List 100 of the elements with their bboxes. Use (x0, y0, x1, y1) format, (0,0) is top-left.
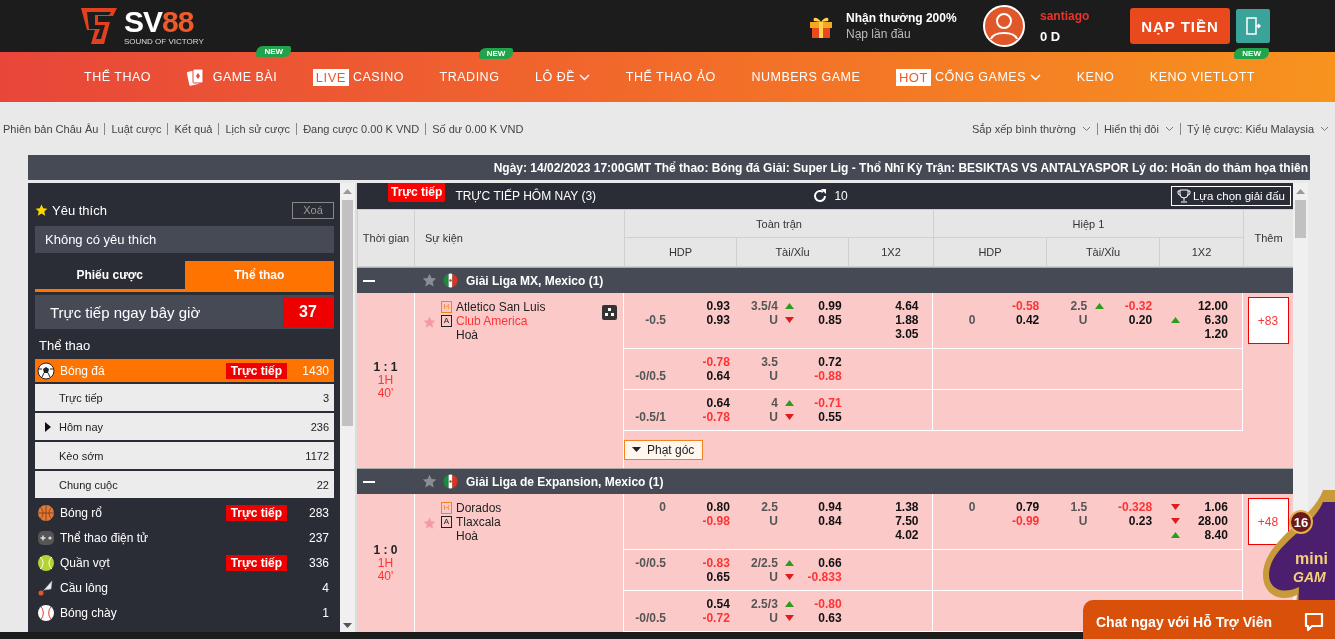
handicap-label: -0.5/1 (635, 410, 666, 424)
team-name[interactable]: Tlaxcala (456, 515, 501, 529)
odds-value[interactable]: 1.06 (1187, 500, 1228, 514)
deposit-button[interactable]: NẠP TIỀN (1130, 8, 1230, 44)
team-name[interactable]: Atletico San Luis (456, 300, 546, 314)
odds-value[interactable]: 28.00 (1187, 514, 1228, 528)
star-icon[interactable] (422, 273, 437, 288)
chat-button[interactable]: Chat ngay với Hỗ Trợ Viên (1083, 600, 1335, 639)
league-header[interactable]: Giải Liga de Expansion, Mexico (1) (357, 468, 1293, 494)
odds-value[interactable]: 0.55 (801, 410, 848, 424)
odds-value[interactable]: 6.30 (1187, 313, 1228, 327)
handicap-label: 0 (968, 313, 976, 327)
star-icon[interactable] (423, 316, 436, 329)
sub-item[interactable]: Chung cuộc 22 (35, 471, 334, 498)
sport-item[interactable]: Thể thao điện tử 237 (35, 525, 334, 550)
handicap-label: -0.5 (645, 313, 666, 327)
more-bets-button[interactable]: +48 (1247, 498, 1289, 545)
odds-value[interactable]: 12.00 (1187, 299, 1228, 313)
team-name[interactable]: Dorados (456, 501, 502, 515)
ball-icon (37, 553, 55, 572)
odds-value[interactable]: 7.50 (878, 514, 919, 528)
handicap-label: 2/2.5 (751, 556, 778, 570)
star-icon[interactable] (423, 517, 436, 530)
odds-value[interactable]: 0.79 (999, 500, 1046, 514)
refresh-icon[interactable] (812, 188, 829, 204)
odds-value[interactable]: 4.02 (878, 528, 919, 542)
info-link[interactable]: Kết quả (167, 122, 219, 135)
sub-item[interactable]: Kèo sớm 1172 (35, 442, 334, 469)
logout-button[interactable] (1236, 9, 1270, 43)
odds-value[interactable]: 0.72 (801, 355, 848, 369)
sport-item[interactable]: Cầu lông 4 (35, 575, 334, 600)
odds-value[interactable]: 0.84 (801, 514, 848, 528)
option-dropdown[interactable]: Sắp xếp bình thường (972, 122, 1097, 135)
sport-item[interactable]: Quần vợt Trực tiếp 336 (35, 550, 334, 575)
nav-item[interactable]: GAME BÀI (186, 68, 278, 86)
clear-button[interactable]: Xoá (292, 201, 334, 219)
odds-value[interactable]: 0.85 (801, 313, 848, 327)
odds-value[interactable]: 0.54 (690, 597, 736, 611)
sport-item[interactable]: Bóng đá Trực tiếp 1430 (35, 359, 334, 382)
sport-count: 4 (321, 580, 329, 595)
odds-value[interactable]: 0.64 (690, 396, 736, 410)
notice-text: Ngày: 14/02/2023 17:00GMT Thể thao: Bóng đá Giải: Super Lig - Thổ Nhĩ Kỳ Trận: BESIKTAS VS ANTALYASPOR Lý do: Hoãn do thảm họa thiên (493, 160, 1309, 175)
odds-value[interactable]: 0.64 (690, 369, 736, 383)
more-bets-button[interactable]: +83 (1247, 297, 1289, 344)
odds-value[interactable]: 0.94 (801, 500, 848, 514)
cards-icon (186, 68, 205, 86)
sport-item[interactable]: Bóng chày 1 (35, 600, 334, 625)
sub-item[interactable]: Trực tiếp 3 (35, 384, 334, 411)
scrollbar[interactable] (340, 183, 355, 632)
info-link[interactable]: Đang cược 0.00 K VND (296, 122, 426, 135)
scroll-up-icon[interactable] (343, 189, 352, 194)
odds-value[interactable]: 0.93 (690, 299, 736, 313)
sidebar-tab[interactable]: Phiếu cược (35, 261, 185, 289)
odds-value[interactable]: 0.99 (801, 299, 848, 313)
sub-item[interactable]: Hôm nay 236 (35, 413, 334, 440)
avatar-icon[interactable] (982, 4, 1026, 48)
team-side-badge: A (441, 315, 452, 327)
live-now-bar[interactable]: Trực tiếp ngay bây giờ 37 (35, 295, 334, 329)
info-link[interactable]: Số dư 0.00 K VND (425, 122, 530, 135)
odds-value[interactable]: 0.66 (801, 556, 848, 570)
odds-value[interactable]: 0.93 (690, 313, 736, 327)
odds-value[interactable]: 8.40 (1187, 528, 1228, 542)
odds-value[interactable]: 0.65 (690, 570, 736, 584)
new-badge: NEW (1234, 48, 1269, 59)
scroll-thumb[interactable] (1295, 200, 1306, 238)
scroll-thumb[interactable] (342, 200, 353, 426)
option-dropdown[interactable]: Hiển thị đôi (1096, 122, 1180, 135)
odds-value[interactable]: 4.64 (878, 299, 919, 313)
info-link[interactable]: Lịch sử cược (218, 122, 297, 135)
team-side-badge: A (441, 516, 452, 528)
star-icon[interactable] (422, 474, 437, 489)
nav-item[interactable]: THỂ THAO (84, 70, 151, 84)
odds-value[interactable]: 1.88 (878, 313, 919, 327)
league-select-button[interactable]: Lựa chọn giải đấu (1170, 186, 1291, 206)
odds-value[interactable]: 0.80 (690, 500, 736, 514)
info-link[interactable]: Phiên bản Châu Âu (3, 122, 105, 135)
promo-title[interactable]: Nhận thưởng 200% (846, 11, 982, 25)
promo-subtitle: Nạp lần đầu (846, 27, 912, 41)
odds-value[interactable]: 0.23 (1111, 514, 1159, 528)
favorites-title: Yêu thích (52, 202, 108, 218)
option-dropdown[interactable]: Tỷ lệ cược: Kiểu Malaysia (1179, 122, 1335, 135)
handicap-label: U (769, 369, 778, 383)
odds-value[interactable]: 1.20 (1187, 327, 1228, 341)
match-minute: 40' (377, 569, 394, 583)
team-side-badge: H (441, 502, 452, 514)
stats-icon[interactable] (602, 305, 617, 320)
corners-button[interactable]: Phạt góc (624, 439, 703, 460)
odds-value[interactable]: 1.38 (878, 500, 919, 514)
scroll-down-icon[interactable] (343, 623, 352, 628)
odds-value[interactable]: 0.63 (801, 611, 848, 625)
odds-value[interactable]: 0.42 (999, 313, 1046, 327)
league-header[interactable]: Giải Liga MX, Mexico (1) (357, 267, 1293, 293)
column-header: Toàn trận (624, 210, 933, 238)
info-link[interactable]: Luật cược (104, 122, 168, 135)
handicap-label: U (769, 514, 778, 528)
odds-value[interactable]: 3.05 (878, 327, 919, 341)
odds-value[interactable]: 0.20 (1111, 313, 1159, 327)
scroll-up-icon[interactable] (1296, 189, 1305, 194)
table-title: TRỰC TIẾP HÔM NAY (3) (455, 189, 598, 203)
sport-item[interactable]: Bóng rổ Trực tiếp 283 (35, 500, 334, 525)
